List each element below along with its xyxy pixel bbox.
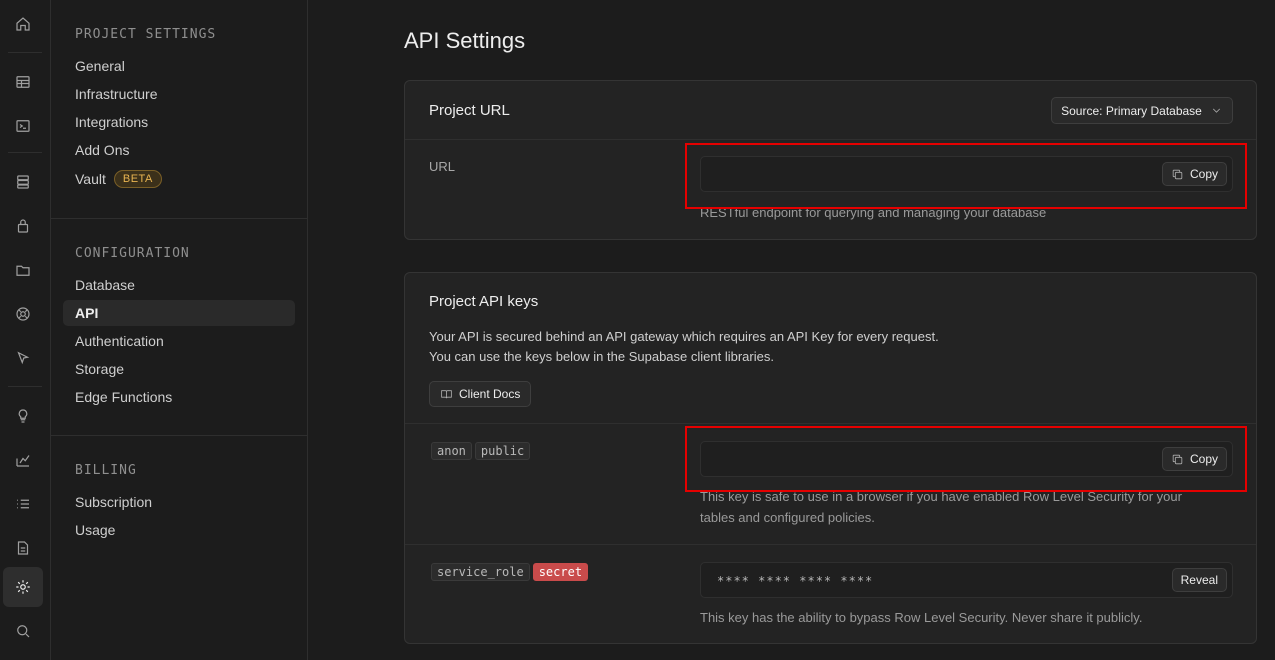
client-docs-button[interactable]: Client Docs bbox=[429, 381, 532, 407]
advisors-icon[interactable] bbox=[3, 396, 43, 436]
sidebar-item-label: Add Ons bbox=[75, 142, 130, 158]
sidebar-item-infrastructure[interactable]: Infrastructure bbox=[63, 81, 295, 107]
service-role-tag: service_role bbox=[431, 563, 530, 581]
sidebar-item-label: Usage bbox=[75, 522, 116, 538]
rail-divider bbox=[8, 386, 42, 387]
sidebar-item-add-ons[interactable]: Add Ons bbox=[63, 137, 295, 163]
api-keys-description: Your API is secured behind an API gatewa… bbox=[429, 327, 939, 367]
sidebar-item-label: Infrastructure bbox=[75, 86, 158, 102]
search-icon[interactable] bbox=[3, 611, 43, 651]
rail-divider bbox=[8, 152, 42, 153]
page-title: API Settings bbox=[404, 28, 526, 53]
book-icon bbox=[441, 389, 452, 398]
service-role-key-field[interactable]: **** **** **** **** Reveal bbox=[700, 562, 1233, 598]
anon-tag: anon bbox=[431, 442, 472, 460]
sidebar-divider bbox=[51, 435, 307, 436]
table-editor-icon[interactable] bbox=[3, 62, 43, 102]
reveal-label: Reveal bbox=[1180, 573, 1218, 587]
divider bbox=[405, 139, 1256, 140]
section-title-configuration: CONFIGURATION bbox=[75, 246, 190, 261]
sidebar-item-integrations[interactable]: Integrations bbox=[63, 109, 295, 135]
settings-sidebar: PROJECT SETTINGS General Infrastructure … bbox=[51, 0, 308, 660]
section-title-project-settings: PROJECT SETTINGS bbox=[75, 27, 217, 42]
secret-tag: secret bbox=[532, 563, 589, 581]
sidebar-item-label: Subscription bbox=[75, 494, 153, 510]
sidebar-divider bbox=[51, 218, 307, 219]
database-icon[interactable] bbox=[3, 162, 43, 202]
reveal-button[interactable]: Reveal bbox=[1171, 568, 1227, 592]
rail-divider bbox=[8, 52, 42, 53]
sidebar-item-database[interactable]: Database bbox=[63, 272, 295, 298]
sidebar-item-edge-functions[interactable]: Edge Functions bbox=[63, 384, 295, 410]
divider bbox=[405, 544, 1256, 545]
sidebar-item-storage[interactable]: Storage bbox=[63, 356, 295, 382]
sidebar-item-label: Integrations bbox=[75, 114, 149, 130]
sidebar-item-label: Authentication bbox=[75, 333, 164, 349]
sql-editor-icon[interactable] bbox=[3, 106, 43, 146]
sidebar-item-api[interactable]: API bbox=[63, 300, 295, 326]
sidebar-item-authentication[interactable]: Authentication bbox=[63, 328, 295, 354]
settings-icon[interactable] bbox=[3, 567, 43, 607]
icon-rail bbox=[0, 0, 51, 660]
section-title-billing: BILLING bbox=[75, 463, 137, 478]
sidebar-item-label: Vault bbox=[75, 171, 106, 187]
storage-icon[interactable] bbox=[3, 250, 43, 290]
sidebar-item-label: General bbox=[75, 58, 125, 74]
sidebar-item-label: Storage bbox=[75, 361, 125, 377]
anon-key-tags: anon public bbox=[431, 442, 533, 460]
anon-key-help-text: This key is safe to use in a browser if … bbox=[700, 486, 1182, 528]
home-icon[interactable] bbox=[3, 4, 43, 44]
card-title: Project URL bbox=[429, 102, 510, 119]
source-dropdown[interactable]: Source: Primary Database bbox=[1051, 97, 1233, 124]
card-title: Project API keys bbox=[429, 293, 539, 310]
help-line: tables and configured policies. bbox=[700, 510, 875, 525]
sidebar-item-usage[interactable]: Usage bbox=[63, 517, 295, 543]
docs-icon[interactable] bbox=[3, 528, 43, 568]
service-role-tags: service_role secret bbox=[431, 563, 591, 581]
divider bbox=[405, 423, 1256, 424]
url-label: URL bbox=[429, 159, 456, 174]
reports-icon[interactable] bbox=[3, 440, 43, 480]
highlight-box-anon-key bbox=[685, 426, 1247, 492]
beta-badge: BETA bbox=[113, 170, 162, 188]
realtime-icon[interactable] bbox=[3, 294, 43, 334]
source-dropdown-label: Source: Primary Database bbox=[1061, 103, 1202, 118]
logs-icon[interactable] bbox=[3, 484, 43, 524]
auth-icon[interactable] bbox=[3, 206, 43, 246]
sidebar-item-label: API bbox=[75, 305, 99, 321]
sidebar-item-subscription[interactable]: Subscription bbox=[63, 489, 295, 515]
service-role-masked-value: **** **** **** **** bbox=[717, 574, 874, 588]
chevron-down-icon bbox=[1212, 108, 1220, 113]
description-line: Your API is secured behind an API gatewa… bbox=[429, 329, 939, 344]
sidebar-item-vault[interactable]: Vault BETA bbox=[63, 166, 295, 192]
public-tag: public bbox=[474, 442, 531, 460]
sidebar-item-label: Edge Functions bbox=[75, 389, 173, 405]
sidebar-item-general[interactable]: General bbox=[63, 53, 295, 79]
description-line: You can use the keys below in the Supaba… bbox=[429, 349, 774, 364]
highlight-box-url bbox=[685, 143, 1247, 209]
sidebar-item-label: Database bbox=[75, 277, 135, 293]
service-role-help-text: This key has the ability to bypass Row L… bbox=[700, 610, 1143, 625]
edge-functions-icon[interactable] bbox=[3, 338, 43, 378]
client-docs-label: Client Docs bbox=[459, 387, 521, 401]
